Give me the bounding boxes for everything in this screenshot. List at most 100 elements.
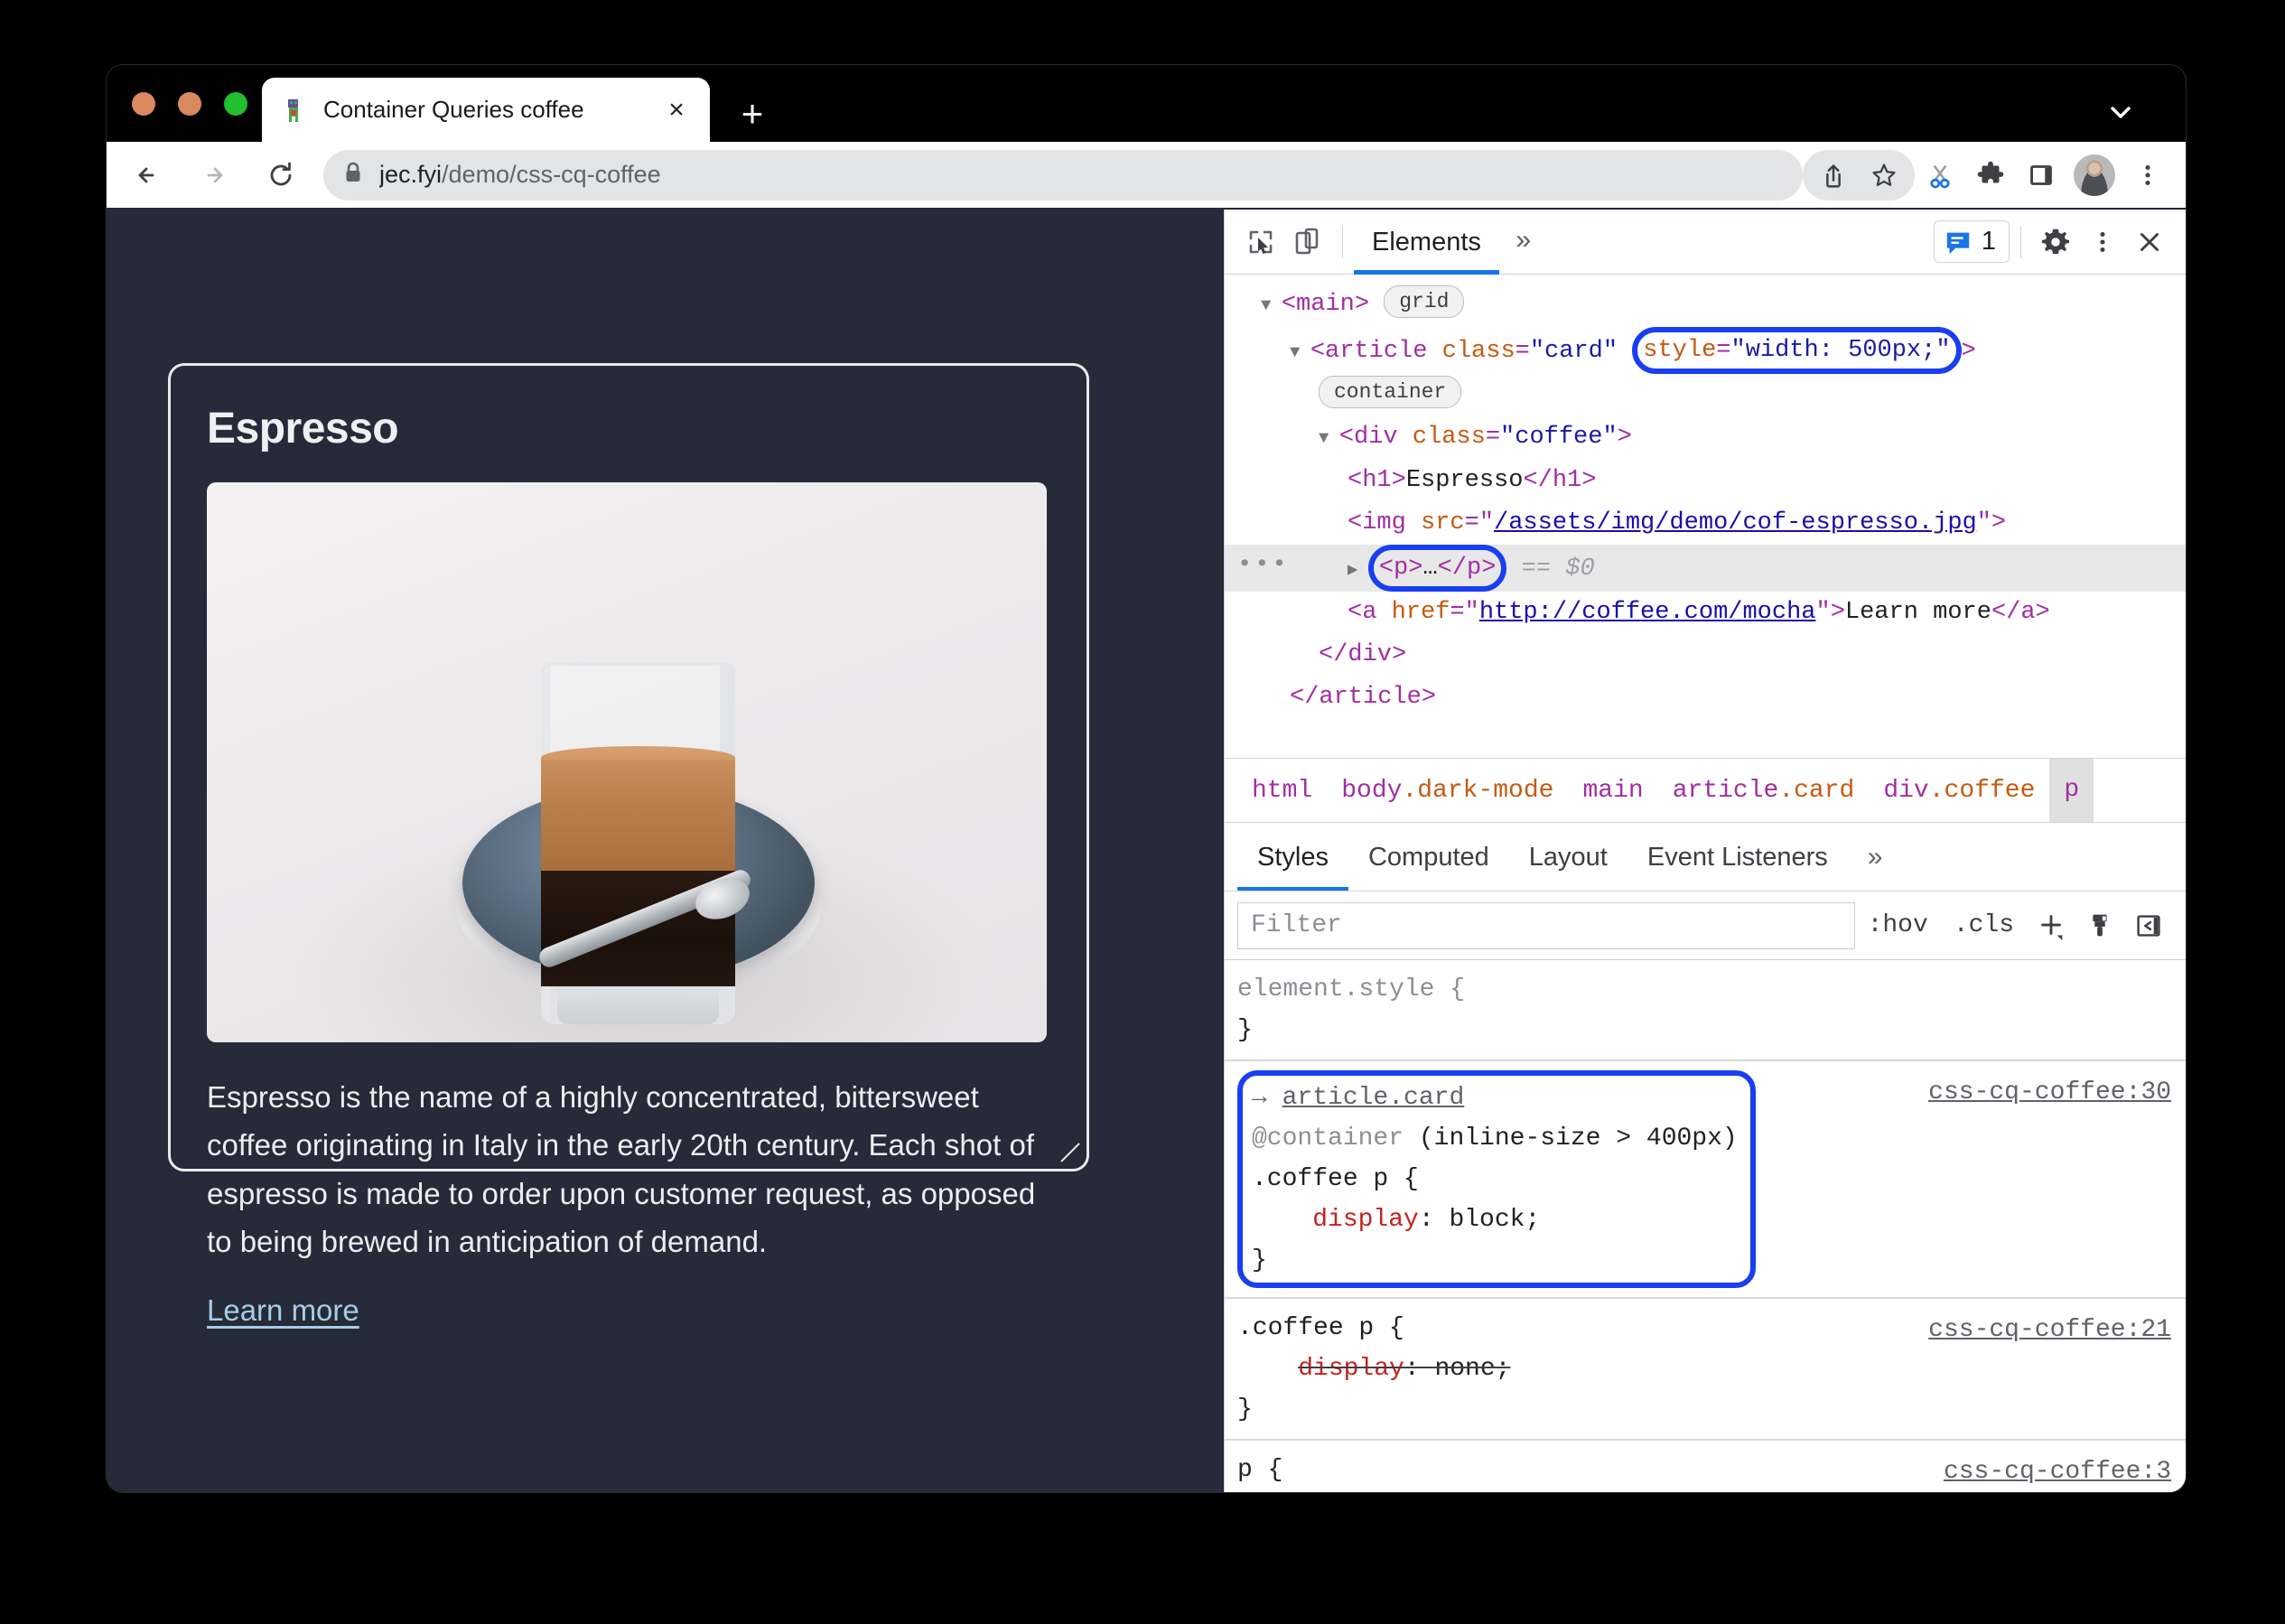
layout-badge[interactable]: container <box>1319 376 1462 409</box>
profile-avatar[interactable] <box>2074 154 2115 196</box>
url-path: /demo/css-cq-coffee <box>442 161 661 188</box>
breadcrumb-item-body[interactable]: body.dark-mode <box>1327 777 1568 805</box>
breadcrumb-item-html[interactable]: html <box>1237 777 1327 805</box>
tree-node[interactable]: ••• ▶ <p>…</p> == $0 <box>1225 545 2186 593</box>
tree-node[interactable]: ▼ <main> grid <box>1225 284 2186 327</box>
layout-badge[interactable]: grid <box>1384 285 1465 318</box>
css-rule-element-style[interactable]: element.style {} <box>1225 960 2186 1061</box>
css-rule-p-rule[interactable]: p {css-cq-coffee:3 <box>1225 1441 2186 1492</box>
css-rule-body: → article.card @container (inline-size > … <box>1237 1070 1756 1288</box>
more-style-tabs-icon[interactable]: » <box>1848 823 1903 891</box>
tree-node[interactable]: container <box>1225 374 2186 416</box>
tab-computed[interactable]: Computed <box>1348 823 1509 891</box>
tree-token: "coffee" <box>1500 424 1618 452</box>
tree-token: <a <box>1348 599 1392 627</box>
css-token: element.style { <box>1237 975 1466 1003</box>
side-panel-icon[interactable] <box>2016 150 2066 201</box>
styles-tab-bar[interactable]: Styles Computed Layout Event Listeners» <box>1225 823 2186 891</box>
tree-token: "card" <box>1529 338 1618 366</box>
tree-token: </div> <box>1319 641 1407 669</box>
tree-token: "width: 500px;" <box>1730 337 1951 364</box>
tree-token[interactable]: /assets/img/demo/cof-espresso.jpg <box>1494 509 1977 537</box>
back-arrow-icon[interactable] <box>121 149 173 201</box>
resize-handle-icon[interactable] <box>1058 1140 1081 1163</box>
breadcrumb-item-p[interactable]: p <box>2049 759 2094 822</box>
issues-count: 1 <box>1981 227 1996 256</box>
plus-icon[interactable] <box>2027 901 2075 950</box>
address-bar[interactable]: jec.fyi/demo/css-cq-coffee <box>323 149 1803 201</box>
cls-button[interactable]: .cls <box>1941 911 2027 939</box>
css-source-link[interactable]: css-cq-coffee:21 <box>1928 1310 2171 1350</box>
web-page-viewport: Espresso Espresso is the name of a highl… <box>107 210 1224 1492</box>
tree-node[interactable]: ▼ <article class="card" style="width: 50… <box>1225 327 2186 374</box>
gear-icon[interactable] <box>2032 219 2079 266</box>
tab-styles[interactable]: Styles <box>1237 823 1348 891</box>
issues-badge[interactable]: 1 <box>1933 220 2010 263</box>
close-window-button[interactable] <box>132 92 155 116</box>
scissors-icon[interactable] <box>1915 150 1965 201</box>
elements-tree[interactable]: ▼ <main> grid ▼ <article class="card" sty… <box>1225 275 2186 758</box>
css-line: } <box>1252 1240 1738 1281</box>
tab-layout[interactable]: Layout <box>1509 823 1627 891</box>
css-line: } <box>1237 1389 2186 1430</box>
computed-sidebar-icon[interactable] <box>2124 901 2173 950</box>
share-icon[interactable] <box>1808 150 1859 201</box>
chevron-down-icon[interactable] <box>2103 94 2139 130</box>
inspect-cursor-icon[interactable] <box>1237 219 1284 266</box>
css-token[interactable]: article.card <box>1282 1084 1465 1112</box>
tab-elements[interactable]: Elements <box>1354 210 1499 275</box>
close-icon[interactable] <box>2126 219 2173 266</box>
chrome-menu-icon[interactable] <box>2122 150 2173 201</box>
extensions-puzzle-icon[interactable] <box>1965 150 2016 201</box>
disclosure-triangle-icon[interactable]: ▼ <box>1261 295 1282 315</box>
css-token: .coffee p { <box>1252 1165 1419 1193</box>
tree-token: "> <box>1815 599 1845 627</box>
browser-tab[interactable]: Container Queries coffee × <box>262 78 710 142</box>
tree-token: "> <box>1976 509 2007 537</box>
close-tab-button[interactable]: × <box>661 95 692 126</box>
tree-node[interactable]: ▼ <div class="coffee"> <box>1225 416 2186 460</box>
paintbrush-icon[interactable] <box>2075 901 2124 950</box>
tree-token: </p> <box>1437 555 1497 583</box>
device-toolbar-icon[interactable] <box>1284 219 1331 266</box>
css-token: } <box>1237 1395 1253 1423</box>
tree-token: Learn more <box>1844 599 1991 627</box>
breadcrumb-class: .coffee <box>1928 776 2036 805</box>
tree-token: Espresso <box>1405 467 1524 495</box>
tree-node[interactable]: <h1>Espresso</h1> <box>1225 460 2186 502</box>
learn-more-link[interactable]: Learn more <box>207 1293 359 1328</box>
minimize-window-button[interactable] <box>178 92 201 116</box>
tab-event-listeners[interactable]: Event Listeners <box>1627 823 1848 891</box>
tree-token: > <box>1961 338 1976 366</box>
css-token: @container <box>1252 1125 1419 1153</box>
tree-node[interactable]: <a href="http://coffee.com/mocha">Learn … <box>1225 592 2186 634</box>
tree-node[interactable]: <img src="/assets/img/demo/cof-espresso.… <box>1225 502 2186 545</box>
css-rule-container-rule[interactable]: → article.card @container (inline-size > … <box>1225 1061 2186 1299</box>
more-panels-icon[interactable]: » <box>1499 227 1548 257</box>
tree-node[interactable]: </div> <box>1225 634 2186 677</box>
hov-button[interactable]: :hov <box>1855 911 1941 939</box>
tree-token: src <box>1421 509 1465 537</box>
css-source-link[interactable]: css-cq-coffee:30 <box>1928 1072 2171 1113</box>
disclosure-triangle-icon[interactable]: ▶ <box>1348 560 1368 580</box>
disclosure-triangle-icon[interactable]: ▼ <box>1319 428 1339 448</box>
css-source-link[interactable]: css-cq-coffee:3 <box>1944 1451 2171 1492</box>
breadcrumb-item-main[interactable]: main <box>1568 777 1657 805</box>
css-rule-coffee-p-rule[interactable]: .coffee p { display: none;} css-cq-coffee… <box>1225 1299 2186 1441</box>
reload-icon[interactable] <box>255 149 307 201</box>
annotation-highlight: style="width: 500px;" <box>1632 327 1962 374</box>
bookmark-star-icon[interactable] <box>1859 150 1909 201</box>
node-overflow-button[interactable]: ••• <box>1237 545 1290 587</box>
tree-token[interactable]: http://coffee.com/mocha <box>1479 599 1816 626</box>
filter-input[interactable]: Filter <box>1237 901 1855 949</box>
css-token: (inline-size > 400px) <box>1418 1125 1738 1153</box>
breadcrumb-item-article[interactable]: article.card <box>1658 777 1870 805</box>
breadcrumb[interactable]: html body.dark-mode main article.card div.co… <box>1225 758 2186 823</box>
styles-rules-list[interactable]: element.style {} → article.card @container… <box>1225 960 2186 1492</box>
disclosure-triangle-icon[interactable]: ▼ <box>1290 342 1310 362</box>
new-tab-button[interactable]: + <box>734 95 770 133</box>
vertical-dots-icon[interactable] <box>2079 219 2126 266</box>
breadcrumb-item-div[interactable]: div.coffee <box>1869 777 2049 805</box>
tree-node[interactable]: </article> <box>1225 677 2186 719</box>
maximize-window-button[interactable] <box>224 92 247 116</box>
